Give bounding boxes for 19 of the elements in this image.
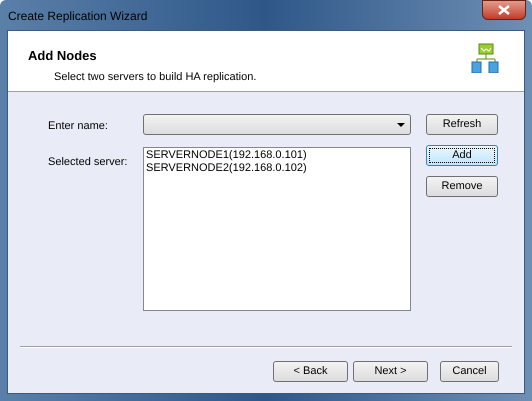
name-dropdown[interactable] bbox=[143, 114, 411, 135]
close-icon bbox=[498, 5, 510, 15]
nav-button[interactable]: Next > bbox=[353, 361, 428, 382]
close-button[interactable] bbox=[482, 0, 526, 20]
action-button[interactable]: Refresh bbox=[426, 114, 498, 135]
dropdown-arrow-icon bbox=[397, 122, 405, 126]
action-button[interactable]: Remove bbox=[426, 176, 498, 197]
server-list-item[interactable]: SERVERNODE2(192.168.0.102) bbox=[146, 162, 408, 175]
server-list[interactable]: SERVERNODE1(192.168.0.101) SERVERNODE2(192.168.0.102) bbox=[143, 147, 411, 311]
page-subtitle: Select two servers to build HA replication. bbox=[53, 70, 256, 84]
page-title: Add Nodes bbox=[28, 47, 98, 65]
cancel-button[interactable]: Cancel bbox=[440, 361, 499, 382]
action-button[interactable]: Add bbox=[426, 145, 498, 166]
name-label: Enter name: bbox=[48, 119, 109, 134]
server-label: Selected server: bbox=[48, 154, 128, 170]
server-list-item[interactable]: SERVERNODE1(192.168.0.101) bbox=[146, 149, 408, 162]
window-title: Create Replication Wizard bbox=[7, 8, 148, 25]
network-icon bbox=[471, 43, 499, 73]
nav-button[interactable]: < Back bbox=[273, 361, 348, 382]
